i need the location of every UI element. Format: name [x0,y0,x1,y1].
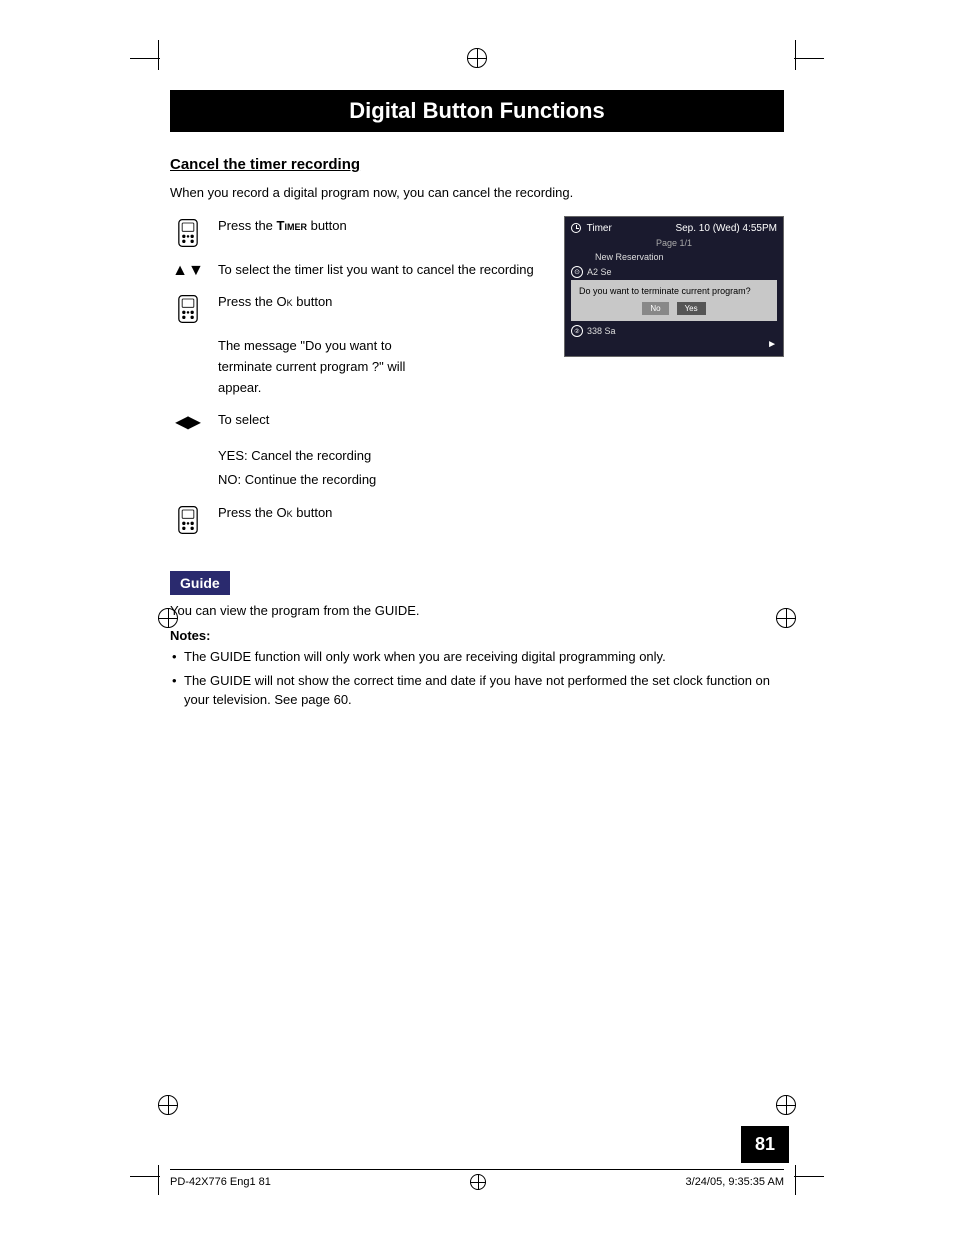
no-option: NO: Continue the recording [218,468,540,491]
screen-row-1-icon: ⊙ [571,266,583,278]
screen-no-button[interactable]: No [642,302,668,315]
yes-option: YES: Cancel the recording [218,444,540,467]
screen-row-1: ⊙ A2 Se [571,266,777,278]
reg-mark-bottom-left [158,1095,178,1115]
page: Digital Button Functions Cancel the time… [0,0,954,1235]
notes-heading: Notes: [170,628,784,643]
screen-dialog-text: Do you want to terminate current program… [579,286,769,296]
remote-icon-1 [170,216,206,248]
footer-crosshair [470,1174,486,1190]
screen-new-reservation: New Reservation [571,252,777,262]
note-1: The GUIDE function will only work when y… [170,647,784,667]
crop-mark-bl-v [158,1165,159,1195]
main-content: Digital Button Functions Cancel the time… [170,90,784,726]
screen-dialog: Do you want to terminate current program… [571,280,777,321]
cancel-timer-heading: Cancel the timer recording [170,156,784,173]
no-text: Continue the recording [245,472,377,487]
steps-layout: Press the Timer button ▲▼ To select the … [170,216,784,547]
screen-mockup: Timer Sep. 10 (Wed) 4:55PM Page 1/1 New … [564,216,784,357]
screen-row-2-data: 338 Sa [587,326,616,336]
step-4-text: To select [218,410,540,430]
crop-mark-bl-h [130,1176,160,1177]
step-1-text: Press the Timer button [218,216,540,236]
step-5: Press the Ok button [170,503,540,535]
screen-header: Timer Sep. 10 (Wed) 4:55PM [571,223,777,234]
step-3: Press the Ok button [170,292,540,324]
reg-mark-bottom-right [776,1095,796,1115]
crop-mark-tl-v [158,40,159,70]
step-4: ◀▶ To select [170,410,540,432]
page-number: 81 [741,1126,789,1163]
screen-yes-button[interactable]: Yes [677,302,706,315]
notes-list: The GUIDE function will only work when y… [170,647,784,710]
yes-no-options: YES: Cancel the recording NO: Continue t… [170,444,540,491]
screen-row-2: ② 338 Sa [571,325,777,337]
footer: PD-42X776 Eng1 81 3/24/05, 9:35:35 AM [170,1169,784,1190]
screen-row-1-data: A2 Se [587,267,612,277]
step-1: Press the Timer button [170,216,540,248]
cancel-timer-intro: When you record a digital program now, y… [170,185,784,200]
step-indent-message: The message "Do you want toterminate cur… [170,336,540,398]
step-2: ▲▼ To select the timer list you want to … [170,260,540,280]
remote-icon-3 [170,503,206,535]
yes-label: YES: [218,448,248,463]
updown-arrow-icon: ▲▼ [170,260,206,280]
yes-text: Cancel the recording [251,448,371,463]
step-2-text: To select the timer list you want to can… [218,260,540,280]
guide-section: Guide You can view the program from the … [170,571,784,710]
crop-mark-br-v [795,1165,796,1195]
screen-timer-label: Timer [571,223,612,234]
reg-mark-top [467,48,487,68]
crop-mark-tl-h [130,58,160,59]
screen-page: Page 1/1 [571,238,777,248]
screen-dialog-buttons: No Yes [579,302,769,315]
note-2: The GUIDE will not show the correct time… [170,671,784,710]
screen-timer-icon [571,223,581,233]
steps-list: Press the Timer button ▲▼ To select the … [170,216,540,547]
guide-text: You can view the program from the GUIDE. [170,603,784,618]
footer-right: 3/24/05, 9:35:35 AM [686,1176,784,1188]
page-title: Digital Button Functions [170,90,784,132]
screen-arrow: ► [571,339,777,350]
step-5-text: Press the Ok button [218,503,540,523]
screen-mockup-container: Timer Sep. 10 (Wed) 4:55PM Page 1/1 New … [564,216,784,547]
leftright-arrow-icon: ◀▶ [170,410,206,432]
crop-mark-br-h [794,1176,824,1177]
crop-mark-tr-h [794,58,824,59]
remote-icon-2 [170,292,206,324]
screen-date: Sep. 10 (Wed) 4:55PM [675,223,777,234]
no-label: NO: [218,472,241,487]
footer-left: PD-42X776 Eng1 81 [170,1176,271,1188]
step-3-text: Press the Ok button [218,292,540,312]
guide-heading: Guide [170,571,230,595]
crop-mark-tr-v [795,40,796,70]
screen-row-2-icon: ② [571,325,583,337]
